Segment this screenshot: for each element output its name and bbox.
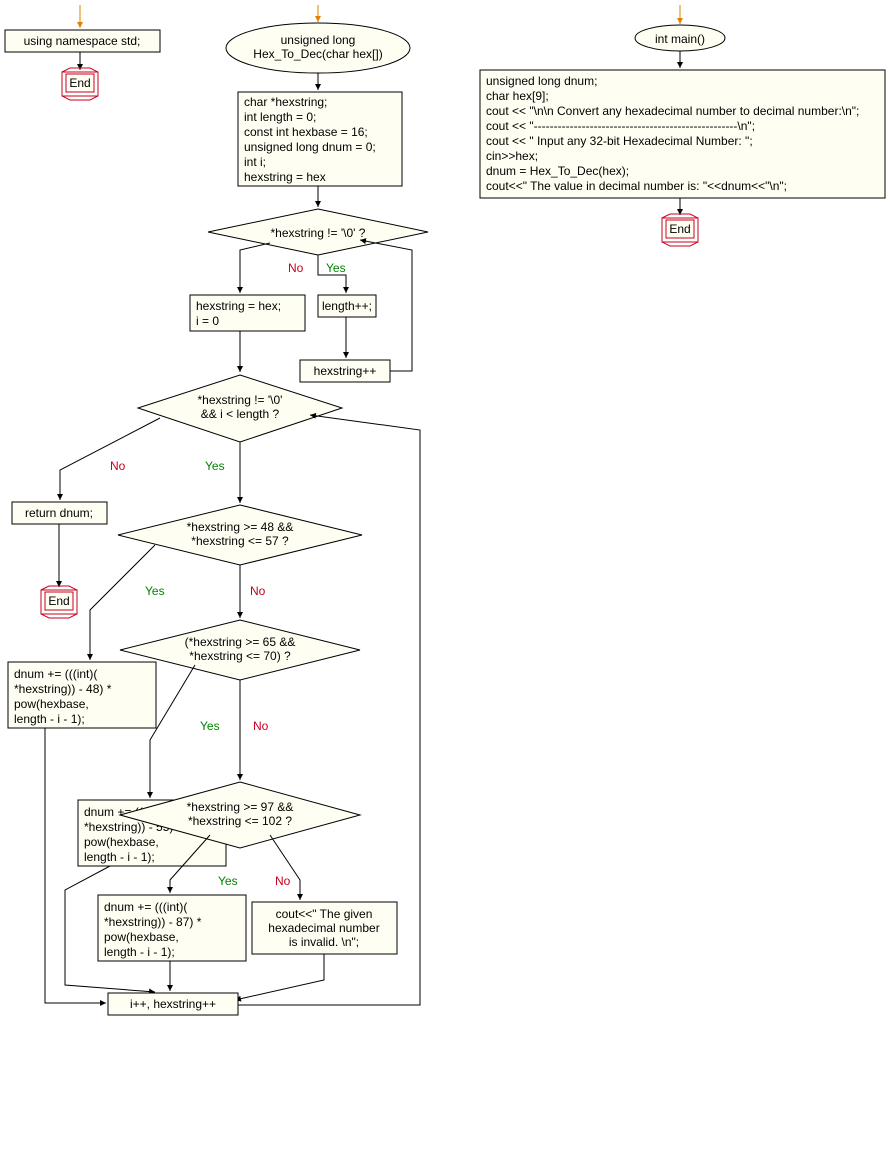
svg-text:Yes: Yes (200, 719, 220, 733)
flowchart-canvas: using namespace std; End unsigned long H… (0, 0, 893, 1161)
svg-text:cout << "\n\n Convert any hexa: cout << "\n\n Convert any hexadecimal nu… (486, 104, 859, 118)
svg-text:i = 0: i = 0 (196, 314, 219, 328)
end-node-1: End (62, 68, 98, 100)
svg-text:(*hexstring >= 65 &&: (*hexstring >= 65 && (185, 635, 296, 649)
length-inc-text: length++; (322, 299, 372, 313)
svg-text:dnum += (((int)(: dnum += (((int)( (104, 900, 187, 914)
svg-text:*hexstring >= 48 &&: *hexstring >= 48 && (187, 520, 294, 534)
svg-text:hexadecimal number: hexadecimal number (268, 921, 379, 935)
svg-text:*hexstring != '\0': *hexstring != '\0' (198, 393, 283, 407)
svg-text:pow(hexbase,: pow(hexbase, (84, 835, 159, 849)
svg-text:Yes: Yes (218, 874, 238, 888)
svg-text:char *hexstring;: char *hexstring; (244, 95, 327, 109)
iter-text: i++, hexstring++ (130, 997, 216, 1011)
svg-text:char hex[9];: char hex[9]; (486, 89, 549, 103)
svg-text:&& i < length ?: && i < length ? (201, 407, 280, 421)
svg-text:cout<<" The value in decimal n: cout<<" The value in decimal number is: … (486, 179, 787, 193)
svg-text:No: No (110, 459, 126, 473)
svg-text:*hexstring >= 97 &&: *hexstring >= 97 && (187, 800, 294, 814)
svg-text:length - i - 1);: length - i - 1); (104, 945, 175, 959)
return-text: return dnum; (25, 506, 93, 520)
using-namespace-text: using namespace std; (24, 34, 141, 48)
svg-text:dnum += (((int)(: dnum += (((int)( (14, 667, 97, 681)
func-line1: unsigned long (281, 33, 356, 47)
svg-text:int i;: int i; (244, 155, 266, 169)
main-func-text: int main() (655, 32, 705, 46)
svg-text:*hexstring <= 102 ?: *hexstring <= 102 ? (188, 814, 292, 828)
column-1: using namespace std; End (5, 5, 160, 100)
ptr-inc-text: hexstring++ (314, 364, 377, 378)
column-2: unsigned long Hex_To_Dec(char hex[]) cha… (8, 5, 428, 1015)
svg-text:hexstring = hex: hexstring = hex (244, 170, 326, 184)
svg-text:unsigned long dnum = 0;: unsigned long dnum = 0; (244, 140, 376, 154)
svg-text:End: End (669, 222, 690, 236)
svg-text:int length = 0;: int length = 0; (244, 110, 316, 124)
svg-text:hexstring = hex;: hexstring = hex; (196, 299, 281, 313)
svg-text:length - i - 1);: length - i - 1); (84, 850, 155, 864)
svg-text:*hexstring <= 57 ?: *hexstring <= 57 ? (191, 534, 289, 548)
column-3: int main() unsigned long dnum; char hex[… (480, 5, 885, 246)
svg-text:unsigned long dnum;: unsigned long dnum; (486, 74, 597, 88)
svg-text:cin>>hex;: cin>>hex; (486, 149, 538, 163)
cond1-text: *hexstring != '\0' ? (271, 226, 366, 240)
svg-text:*hexstring)) - 48) *: *hexstring)) - 48) * (14, 682, 112, 696)
svg-text:pow(hexbase,: pow(hexbase, (14, 697, 89, 711)
svg-text:dnum = Hex_To_Dec(hex);: dnum = Hex_To_Dec(hex); (486, 164, 629, 178)
no-label: No (288, 261, 304, 275)
end-1-text: End (69, 76, 90, 90)
svg-text:cout << "---------------------: cout << "-------------------------------… (486, 119, 755, 133)
yes-label: Yes (326, 261, 346, 275)
svg-text:No: No (275, 874, 291, 888)
svg-text:const int hexbase = 16;: const int hexbase = 16; (244, 125, 368, 139)
end-node-3: End (662, 214, 698, 246)
svg-text:No: No (253, 719, 269, 733)
svg-text:End: End (48, 594, 69, 608)
end-node-2: End (41, 586, 77, 618)
svg-text:Yes: Yes (205, 459, 225, 473)
svg-text:*hexstring <= 70) ?: *hexstring <= 70) ? (189, 649, 291, 663)
svg-text:cout<<" The given: cout<<" The given (276, 907, 373, 921)
svg-text:length - i - 1);: length - i - 1); (14, 712, 85, 726)
svg-text:pow(hexbase,: pow(hexbase, (104, 930, 179, 944)
svg-text:No: No (250, 584, 266, 598)
func-line2: Hex_To_Dec(char hex[]) (253, 47, 382, 61)
svg-text:cout << " Input any 32-bit Hex: cout << " Input any 32-bit Hexadecimal N… (486, 134, 753, 148)
svg-text:Yes: Yes (145, 584, 165, 598)
svg-text:is invalid. \n";: is invalid. \n"; (289, 935, 359, 949)
svg-text:*hexstring)) - 87) *: *hexstring)) - 87) * (104, 915, 202, 929)
